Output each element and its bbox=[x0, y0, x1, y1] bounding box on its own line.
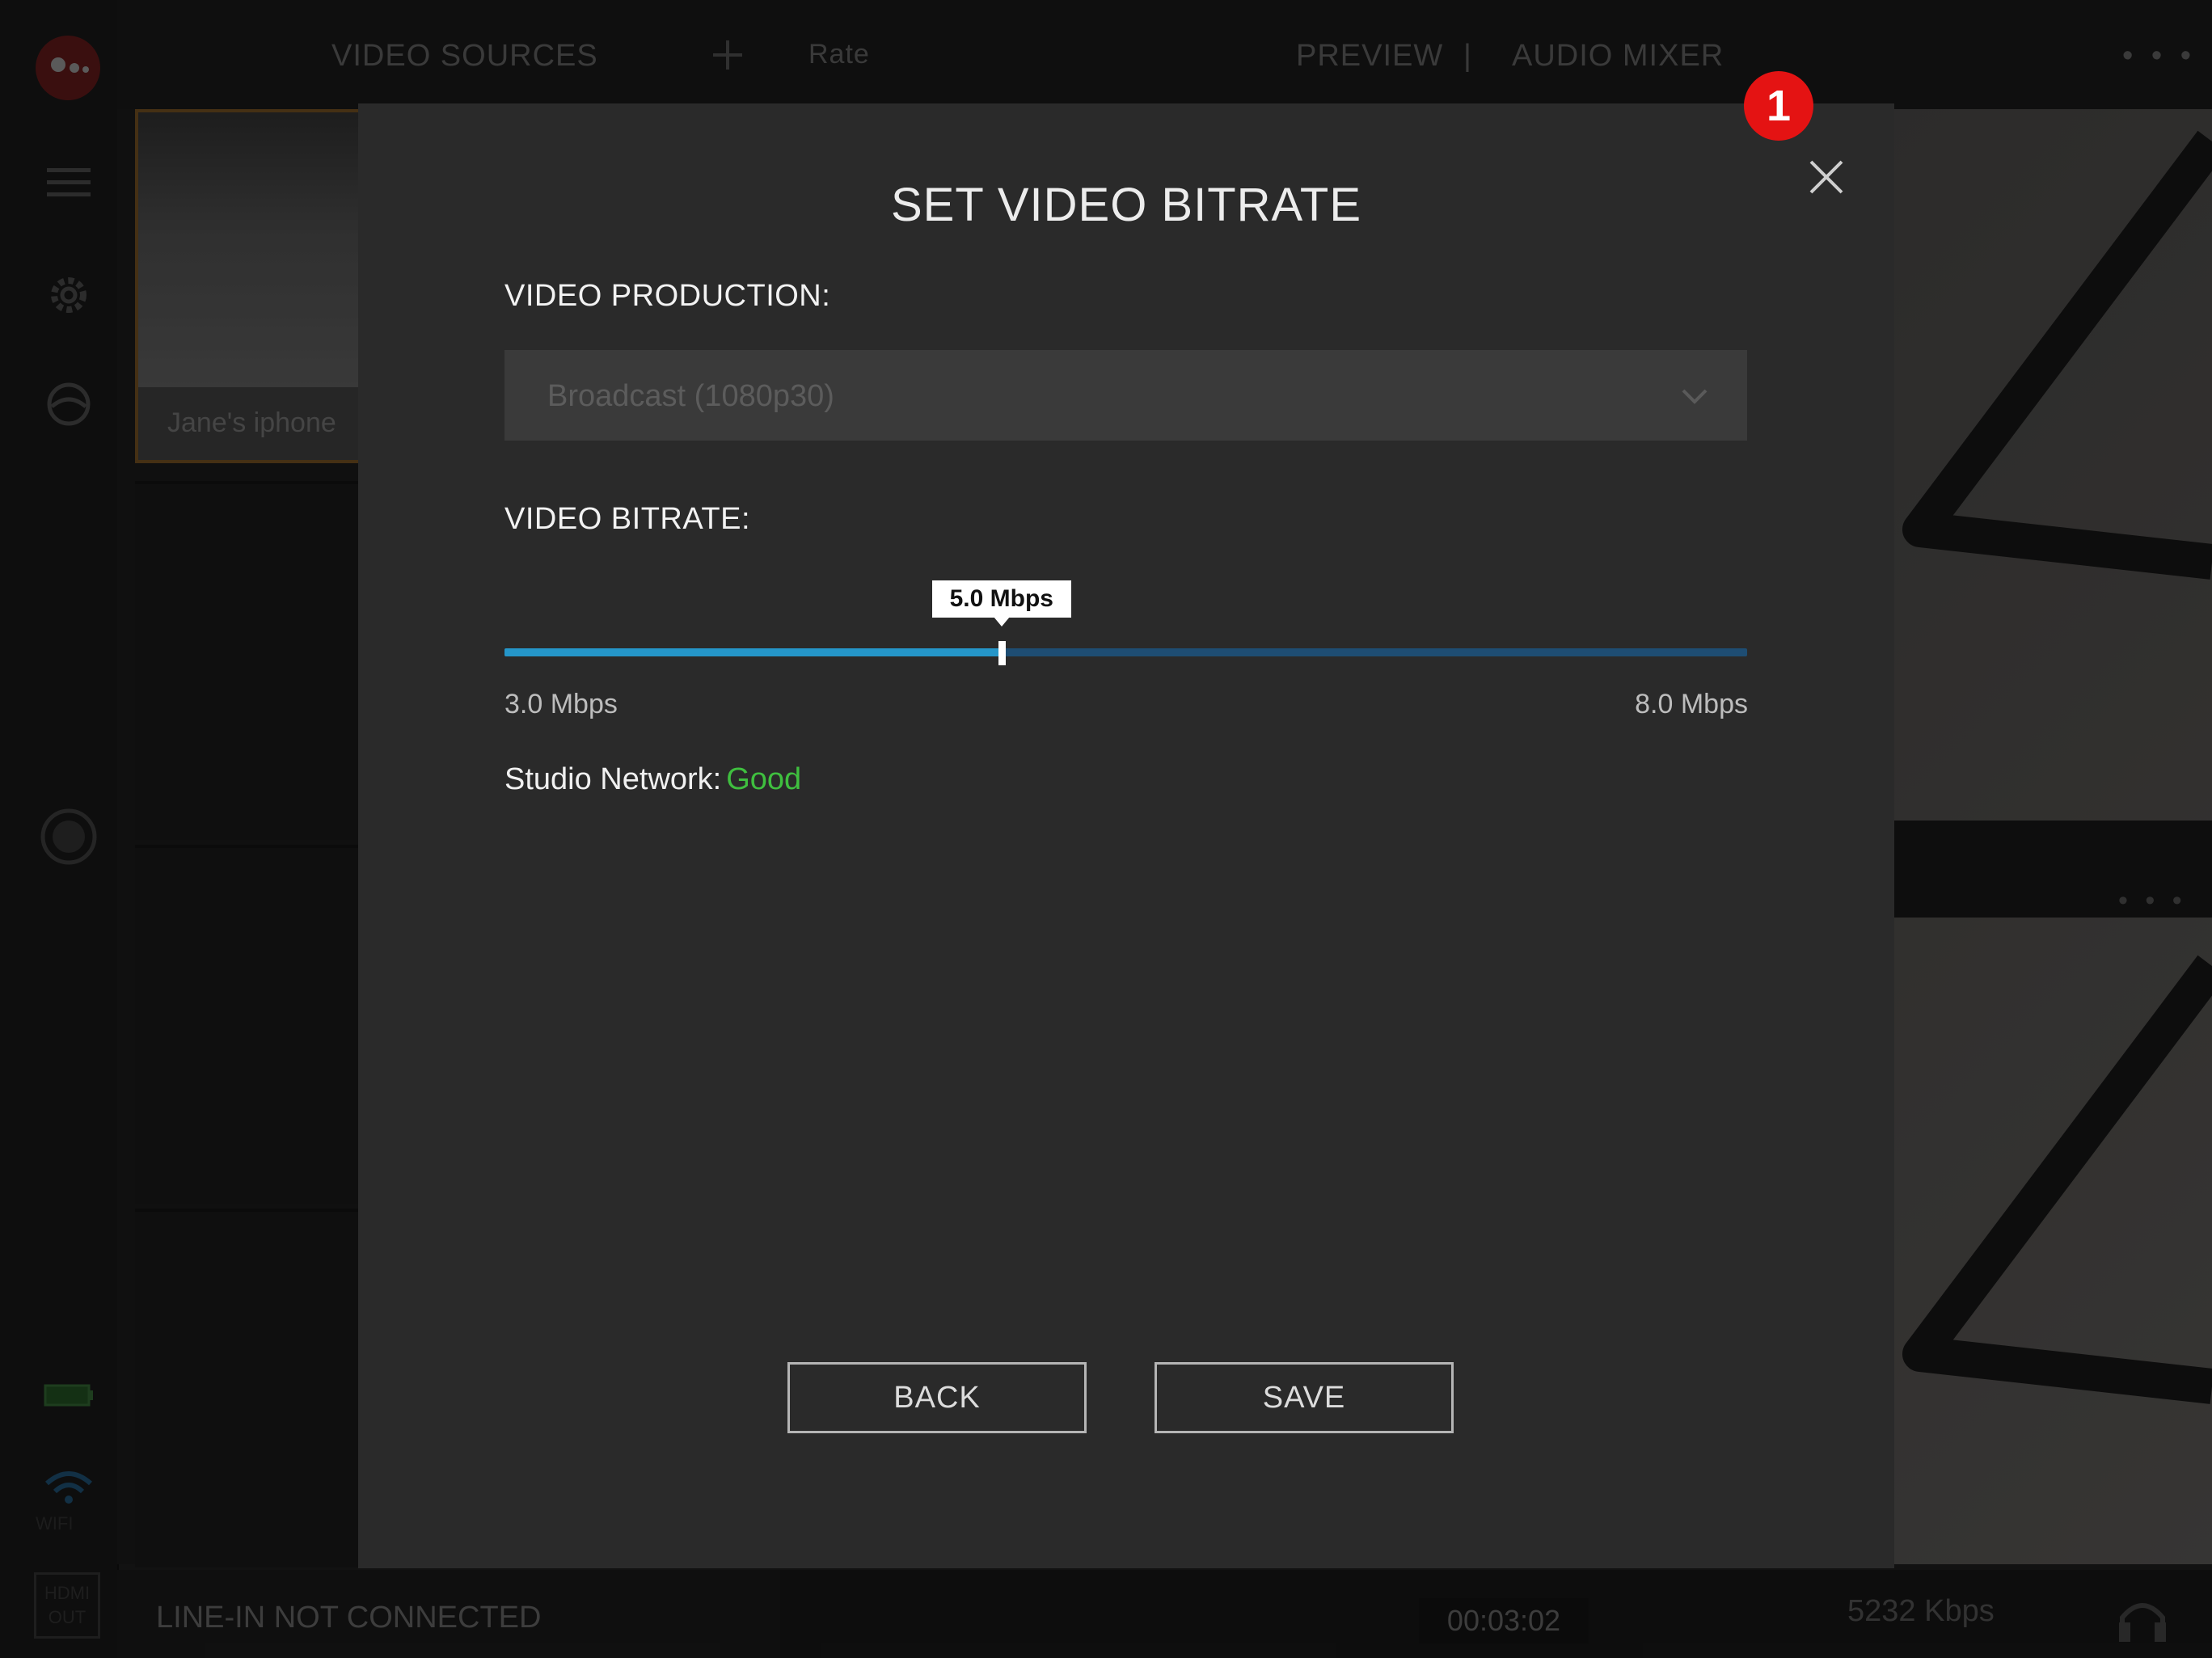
slider-max-label: 8.0 Mbps bbox=[1635, 689, 1748, 719]
network-status-value: Good bbox=[726, 762, 802, 796]
dialog-title: SET VIDEO BITRATE bbox=[890, 179, 1362, 231]
studio-network-row: Studio Network: Good bbox=[504, 762, 801, 797]
video-bitrate-label: VIDEO BITRATE: bbox=[504, 502, 751, 536]
video-bitrate-slider[interactable] bbox=[504, 641, 1747, 667]
close-icon[interactable] bbox=[1798, 149, 1855, 205]
slider-thumb[interactable] bbox=[998, 641, 1006, 665]
back-button[interactable]: BACK bbox=[787, 1362, 1087, 1433]
studio-network-label: Studio Network: bbox=[504, 762, 722, 796]
slider-value-tooltip: 5.0 Mbps bbox=[931, 580, 1071, 618]
save-button[interactable]: SAVE bbox=[1155, 1362, 1454, 1433]
video-production-label: VIDEO PRODUCTION: bbox=[504, 279, 831, 313]
slider-min-label: 3.0 Mbps bbox=[504, 689, 618, 719]
slider-tooltip-arrow bbox=[993, 617, 1010, 626]
set-video-bitrate-dialog: SET VIDEO BITRATE VIDEO PRODUCTION: Broa… bbox=[358, 103, 1894, 1568]
video-production-dropdown[interactable]: Broadcast (1080p30) bbox=[504, 350, 1747, 441]
video-production-value: Broadcast (1080p30) bbox=[547, 379, 834, 413]
slider-fill bbox=[504, 648, 1002, 656]
chevron-down-icon bbox=[1682, 389, 1708, 404]
step-badge: 1 bbox=[1744, 71, 1813, 141]
